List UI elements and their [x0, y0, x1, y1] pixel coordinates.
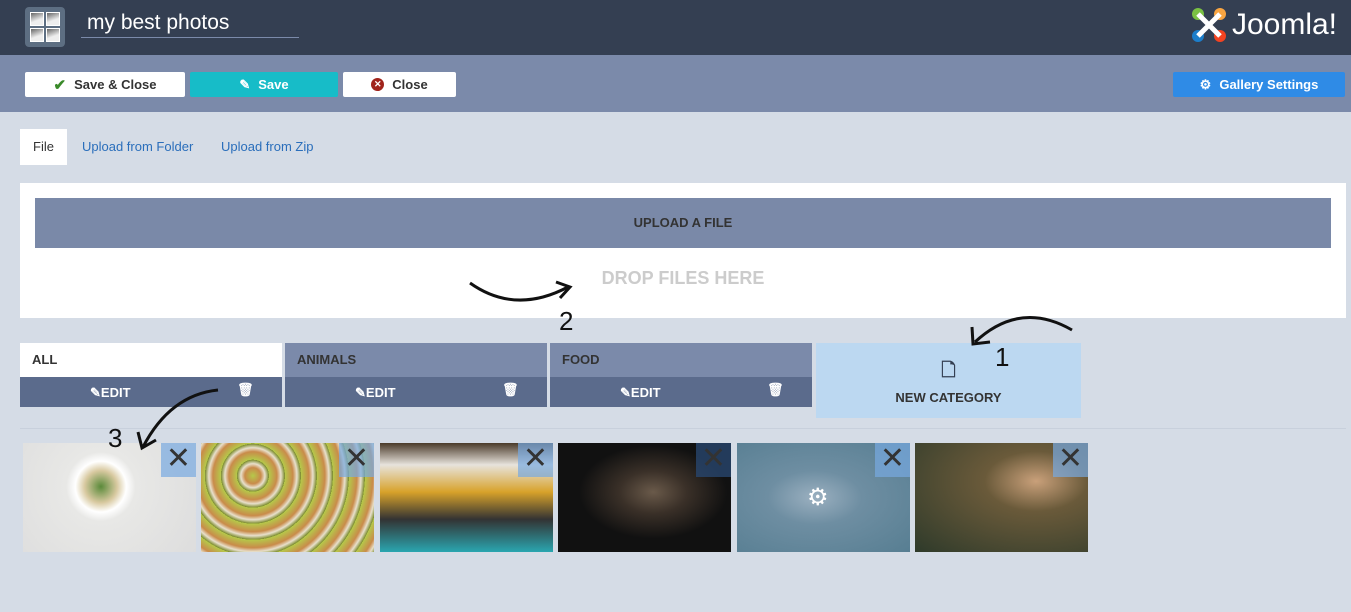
annotation-1: 1 [995, 342, 1010, 372]
arrow-3 [136, 388, 219, 451]
annotation-arrows [136, 280, 1073, 451]
annotation-2: 2 [559, 306, 574, 336]
annotation-3: 3 [108, 423, 123, 453]
arrow-1 [970, 316, 1073, 346]
arrow-2 [469, 280, 573, 302]
